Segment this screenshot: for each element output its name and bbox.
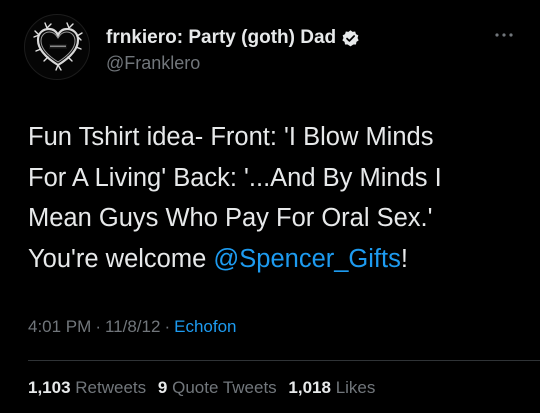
tweet-text-line: Mean Guys Who Pay For Oral Sex.' bbox=[28, 204, 433, 232]
mention-link[interactable]: @Spencer_Gifts bbox=[213, 245, 400, 273]
tweet-text-last-line: You're welcome @Spencer_Gifts! bbox=[28, 239, 523, 280]
quotes-label: Quote Tweets bbox=[172, 378, 277, 397]
more-options-button[interactable] bbox=[488, 24, 520, 46]
meta-separator: · bbox=[164, 317, 171, 336]
tweet-source-link[interactable]: Echofon bbox=[174, 317, 236, 336]
tweet-text-line: For A Living' Back: '...And By Minds I bbox=[28, 163, 442, 192]
tweet-text: Fun Tshirt idea- Front: 'I Blow Minds Fo… bbox=[28, 117, 523, 279]
tweet-card: frnkiero: Party (goth) Dad @Franklero Fu… bbox=[0, 0, 540, 413]
author-handle[interactable]: @Franklero bbox=[106, 53, 486, 74]
avatar[interactable] bbox=[24, 14, 90, 80]
likes-count: 1,018 bbox=[288, 378, 331, 397]
tweet-time[interactable]: 4:01 PM bbox=[28, 317, 91, 336]
tweet-text-prefix: You're welcome bbox=[28, 244, 214, 273]
author-display-name[interactable]: frnkiero: Party (goth) Dad bbox=[106, 27, 336, 49]
tweet-metadata: 4:01 PM · 11/8/12 · Echofon bbox=[28, 317, 237, 337]
engagement-stats: 1,103 Retweets 9 Quote Tweets 1,018 Like… bbox=[28, 378, 382, 398]
likes-label: Likes bbox=[335, 378, 376, 397]
barbed-wire-heart-icon bbox=[33, 22, 83, 71]
likes-stat[interactable]: 1,018 Likes bbox=[288, 378, 375, 398]
verified-badge-icon bbox=[342, 29, 359, 46]
divider bbox=[28, 360, 540, 361]
retweets-count: 1,103 bbox=[28, 378, 71, 397]
quotes-count: 9 bbox=[157, 378, 168, 397]
retweets-label: Retweets bbox=[75, 378, 147, 397]
tweet-text-line: Fun Tshirt idea- Front: 'I Blow Minds bbox=[28, 123, 434, 151]
meta-separator: · bbox=[95, 317, 101, 336]
author-name-row: frnkiero: Party (goth) Dad bbox=[106, 26, 486, 50]
quote-tweets-stat[interactable]: 9 Quote Tweets bbox=[158, 378, 277, 398]
tweet-author: frnkiero: Party (goth) Dad @Franklero bbox=[106, 26, 486, 74]
retweets-stat[interactable]: 1,103 Retweets bbox=[28, 378, 146, 398]
tweet-text-suffix: ! bbox=[400, 244, 408, 273]
tweet-date[interactable]: 11/8/12 bbox=[105, 317, 160, 336]
more-options-icon bbox=[495, 33, 513, 37]
